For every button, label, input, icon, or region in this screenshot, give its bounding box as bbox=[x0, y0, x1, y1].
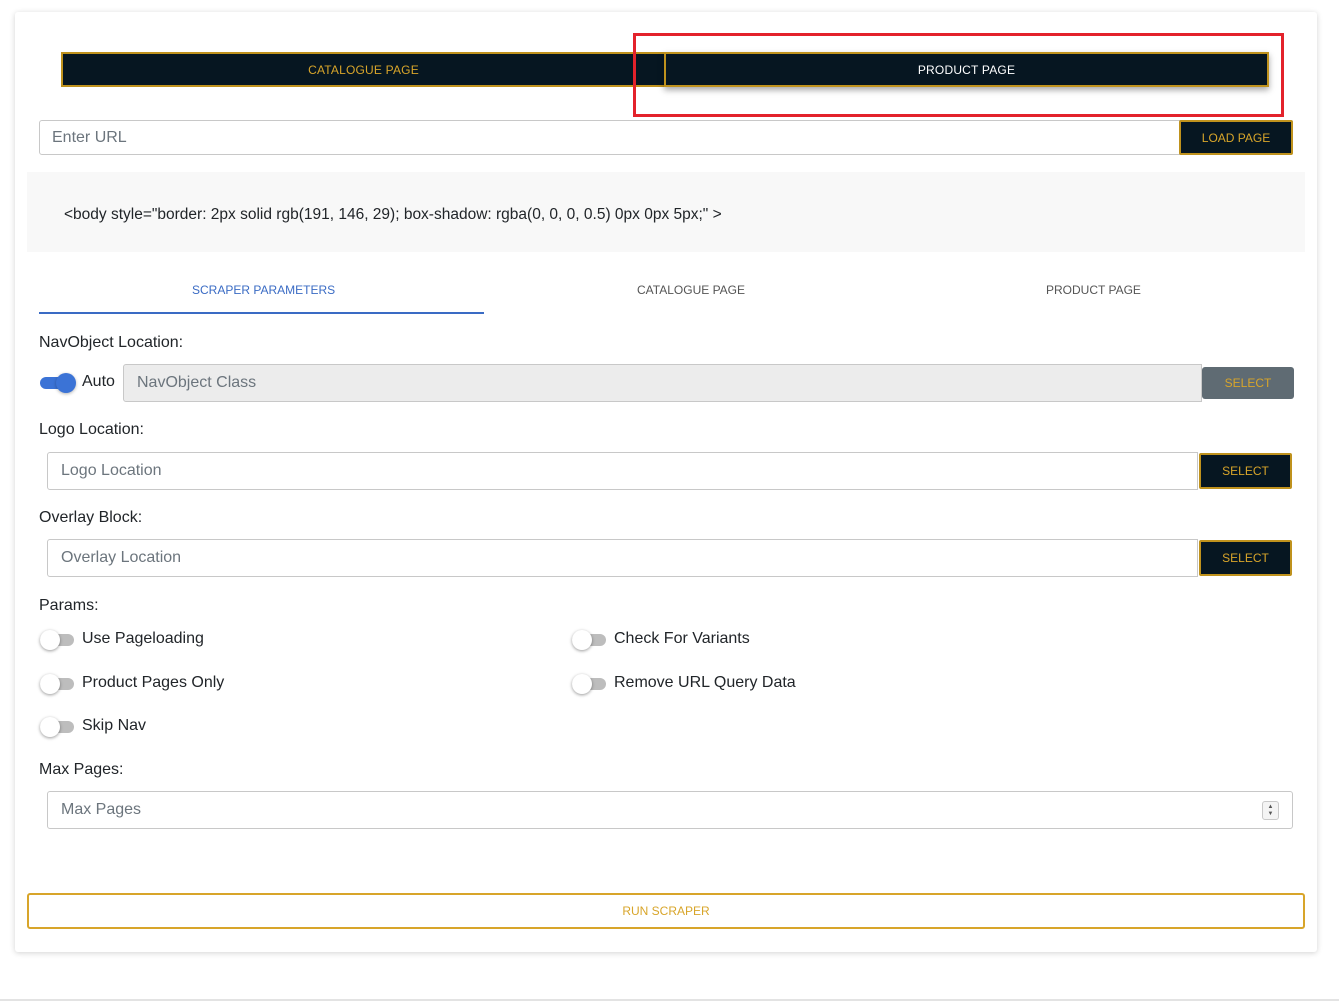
run-scraper-button[interactable]: RUN SCRAPER bbox=[27, 893, 1305, 929]
load-page-button[interactable]: LOAD PAGE bbox=[1179, 120, 1293, 155]
toggle-knob bbox=[40, 717, 60, 737]
auto-toggle[interactable] bbox=[40, 372, 76, 393]
toggle-knob bbox=[572, 674, 592, 694]
product-pages-only-toggle[interactable] bbox=[40, 673, 76, 694]
logo-select-button[interactable]: SELECT bbox=[1199, 453, 1292, 489]
skip-nav-toggle[interactable] bbox=[40, 716, 76, 737]
html-preview-panel: <body style="border: 2px solid rgb(191, … bbox=[27, 172, 1305, 252]
logo-location-label: Logo Location: bbox=[39, 421, 144, 438]
navobject-location-label: NavObject Location: bbox=[39, 334, 184, 351]
toggle-knob bbox=[56, 373, 76, 393]
toggle-knob bbox=[572, 630, 592, 650]
overlay-select-button[interactable]: SELECT bbox=[1199, 540, 1292, 576]
tab-catalogue-page[interactable]: CATALOGUE PAGE bbox=[637, 283, 745, 297]
tab-scraper-parameters[interactable]: SCRAPER PARAMETERS bbox=[192, 283, 335, 297]
url-input[interactable] bbox=[39, 120, 1181, 155]
number-stepper-arrows[interactable]: ▲ ▼ bbox=[1262, 801, 1279, 820]
overlay-location-input[interactable] bbox=[47, 539, 1198, 577]
toggle-knob bbox=[40, 630, 60, 650]
navobject-class-input[interactable] bbox=[123, 364, 1202, 402]
skip-nav-label: Skip Nav bbox=[82, 717, 147, 734]
toggle-knob bbox=[40, 674, 60, 694]
use-pageloading-toggle[interactable] bbox=[40, 629, 76, 650]
check-for-variants-toggle[interactable] bbox=[572, 629, 608, 650]
remove-url-query-data-label: Remove URL Query Data bbox=[614, 674, 796, 691]
remove-url-query-data-toggle[interactable] bbox=[572, 673, 608, 694]
page-bottom-divider bbox=[0, 999, 1339, 1001]
active-tab-indicator bbox=[39, 312, 484, 314]
auto-toggle-label: Auto bbox=[82, 373, 115, 390]
logo-location-input[interactable] bbox=[47, 452, 1198, 490]
preview-code-text: <body style="border: 2px solid rgb(191, … bbox=[64, 206, 722, 223]
max-pages-label: Max Pages: bbox=[39, 761, 124, 778]
use-pageloading-label: Use Pageloading bbox=[82, 630, 204, 647]
overlay-block-label: Overlay Block: bbox=[39, 509, 143, 526]
navobject-select-button[interactable]: SELECT bbox=[1202, 367, 1294, 399]
max-pages-input[interactable] bbox=[47, 791, 1293, 829]
chevron-down-icon[interactable]: ▼ bbox=[1268, 811, 1274, 818]
product-pages-only-label: Product Pages Only bbox=[82, 674, 225, 691]
chevron-up-icon[interactable]: ▲ bbox=[1268, 804, 1274, 811]
check-for-variants-label: Check For Variants bbox=[614, 630, 750, 647]
params-label: Params: bbox=[39, 597, 99, 614]
product-page-mode-button[interactable]: PRODUCT PAGE bbox=[664, 52, 1269, 87]
catalogue-page-mode-button[interactable]: CATALOGUE PAGE bbox=[61, 52, 666, 87]
tab-product-page[interactable]: PRODUCT PAGE bbox=[1046, 283, 1141, 297]
